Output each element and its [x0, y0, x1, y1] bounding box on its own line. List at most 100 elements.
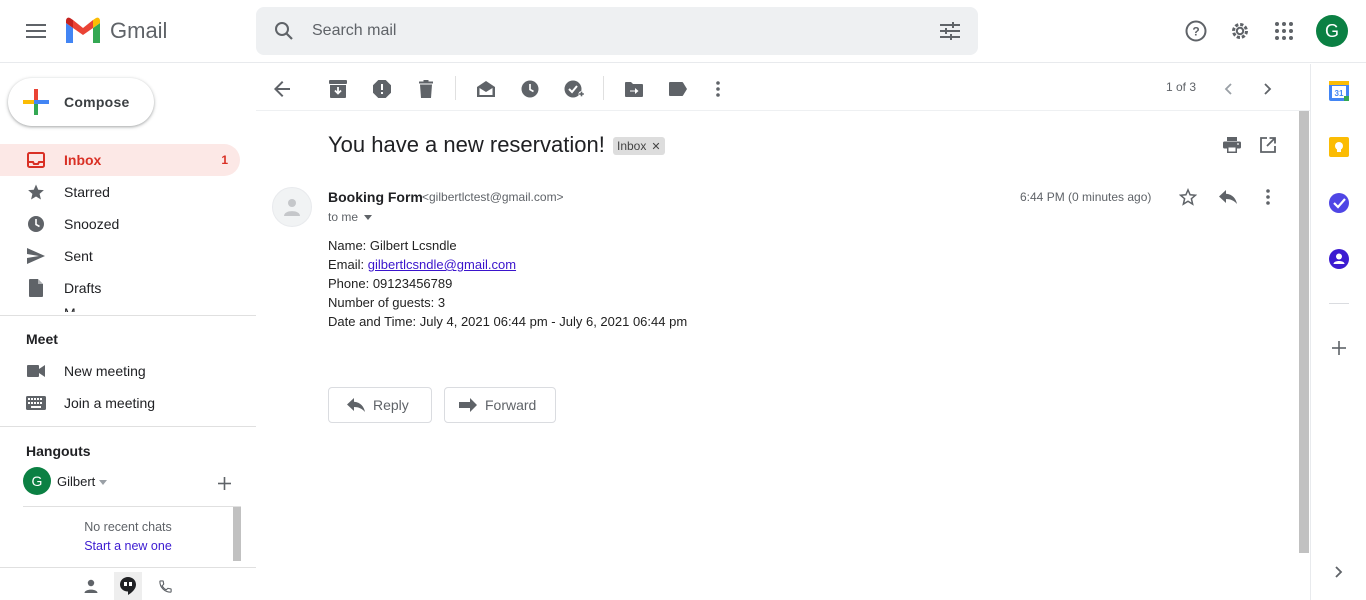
person-icon[interactable] [77, 572, 105, 600]
search-icon[interactable] [256, 7, 312, 55]
join-meeting-button[interactable]: Join a meeting [26, 387, 155, 419]
reply-icon [347, 398, 365, 412]
settings-gear-icon[interactable] [1220, 11, 1260, 51]
hangouts-avatar: G [23, 467, 51, 495]
meet-section-title: Meet [26, 331, 58, 347]
sender-email: <gilbertlctest@gmail.com> [422, 190, 564, 204]
move-to-folder-icon[interactable] [616, 71, 652, 107]
label-tag-icon[interactable] [660, 71, 696, 107]
contacts-icon[interactable] [1325, 245, 1353, 273]
keep-notes-icon[interactable] [1325, 133, 1353, 161]
chevron-left-icon[interactable] [1210, 71, 1246, 107]
main-menu-button[interactable] [16, 11, 56, 51]
archive-icon[interactable] [320, 71, 356, 107]
report-spam-icon[interactable] [364, 71, 400, 107]
forward-button[interactable]: Forward [444, 387, 556, 423]
star-icon [26, 182, 46, 202]
sidebar: Compose Inbox 1 Starred Snoozed Sent Dra… [0, 64, 256, 600]
hangouts-user[interactable]: G Gilbert [23, 467, 108, 495]
back-arrow-icon[interactable] [264, 71, 300, 107]
sidebar-item-label: Inbox [64, 152, 102, 168]
more-vertical-icon[interactable] [1254, 183, 1282, 211]
star-outline-icon[interactable] [1174, 183, 1202, 211]
message-timestamp: 6:44 PM (0 minutes ago) [1020, 190, 1152, 204]
hamburger-icon [26, 24, 46, 38]
side-panel: 31 [1310, 64, 1366, 600]
compose-button[interactable]: Compose [8, 78, 154, 126]
reply-button[interactable]: Reply [328, 387, 432, 423]
nav-list: Inbox 1 Starred Snoozed Sent Drafts [0, 144, 256, 312]
reply-icon[interactable] [1214, 183, 1242, 211]
body-line-name: Name: Gilbert Lcsndle [328, 238, 457, 253]
hangouts-chat-icon[interactable] [114, 572, 142, 600]
draft-icon [26, 278, 46, 298]
new-meeting-label: New meeting [64, 363, 146, 379]
mark-unread-icon[interactable] [468, 71, 504, 107]
no-recent-chats-text: No recent chats [84, 520, 172, 534]
svg-text:31: 31 [1335, 89, 1344, 98]
divider [0, 426, 256, 427]
new-meeting-button[interactable]: New meeting [26, 355, 146, 387]
sidebar-item-label: Snoozed [64, 216, 120, 232]
top-bar: Gmail ? G [0, 0, 1366, 63]
add-addon-icon[interactable] [1325, 334, 1353, 362]
add-contact-icon[interactable] [213, 472, 235, 494]
nav-overflow: M [0, 304, 256, 312]
expand-panel-chevron-icon[interactable] [1325, 558, 1353, 586]
svg-text:?: ? [1192, 25, 1199, 39]
snooze-clock-icon[interactable] [512, 71, 548, 107]
toolbar-divider [603, 76, 604, 100]
forward-label: Forward [485, 397, 537, 413]
print-icon[interactable] [1218, 131, 1246, 159]
message-view: 1 of 3 You have a new reservation! Inbox… [256, 64, 1310, 600]
search-bar [256, 7, 978, 55]
caret-down-icon [364, 214, 373, 220]
hangouts-chat-list: No recent chats Start a new one [23, 506, 241, 561]
sender-name[interactable]: Booking Form [328, 189, 423, 205]
unread-count: 1 [221, 153, 228, 167]
chevron-right-icon[interactable] [1250, 71, 1286, 107]
remove-label-icon[interactable]: ✕ [651, 140, 660, 153]
recipient-details[interactable]: to me [328, 210, 373, 224]
plus-icon [8, 78, 64, 126]
email-prefix: Email: [328, 257, 368, 272]
caret-down-icon [99, 472, 108, 490]
apps-grid-icon[interactable] [1264, 11, 1304, 51]
sidebar-item-starred[interactable]: Starred [0, 176, 240, 208]
label-badge-text: Inbox [617, 139, 647, 153]
inbox-icon [26, 150, 46, 170]
hangouts-bottom-bar [0, 567, 256, 600]
message-scrollbar[interactable] [1299, 111, 1309, 553]
sender-avatar[interactable] [272, 187, 312, 227]
video-camera-icon [26, 365, 46, 377]
email-link[interactable]: gilbertlcsndle@gmail.com [368, 257, 516, 272]
gmail-logo[interactable]: Gmail [64, 16, 167, 46]
hangouts-scrollbar[interactable] [233, 507, 241, 561]
sidebar-item-drafts[interactable]: Drafts [0, 272, 240, 304]
toolbar-divider [455, 76, 456, 100]
search-options-icon[interactable] [922, 7, 978, 55]
delete-trash-icon[interactable] [408, 71, 444, 107]
open-new-window-icon[interactable] [1254, 131, 1282, 159]
calendar-icon[interactable]: 31 [1325, 77, 1353, 105]
message-subject: You have a new reservation! [328, 132, 605, 157]
join-meeting-label: Join a meeting [64, 395, 156, 411]
help-icon[interactable]: ? [1176, 11, 1216, 51]
pagination-count: 1 of 3 [1166, 80, 1197, 94]
sidebar-item-sent[interactable]: Sent [0, 240, 240, 272]
tasks-icon[interactable] [1325, 189, 1353, 217]
search-input[interactable] [312, 7, 922, 55]
sidebar-item-snoozed[interactable]: Snoozed [0, 208, 240, 240]
add-to-tasks-icon[interactable] [556, 71, 592, 107]
account-avatar[interactable]: G [1316, 15, 1348, 47]
recipient-text: to me [328, 210, 359, 224]
more-vertical-icon[interactable] [700, 71, 736, 107]
body-line-datetime: Date and Time: July 4, 2021 06:44 pm - J… [328, 314, 688, 329]
body-line-guests: Number of guests: 3 [328, 295, 446, 310]
start-new-chat-link[interactable]: Start a new one [23, 539, 233, 553]
sidebar-item-inbox[interactable]: Inbox 1 [0, 144, 240, 176]
send-icon [26, 246, 46, 266]
phone-icon[interactable] [151, 572, 179, 600]
label-badge: Inbox ✕ [613, 137, 665, 155]
sidebar-item-label: Starred [64, 184, 110, 200]
